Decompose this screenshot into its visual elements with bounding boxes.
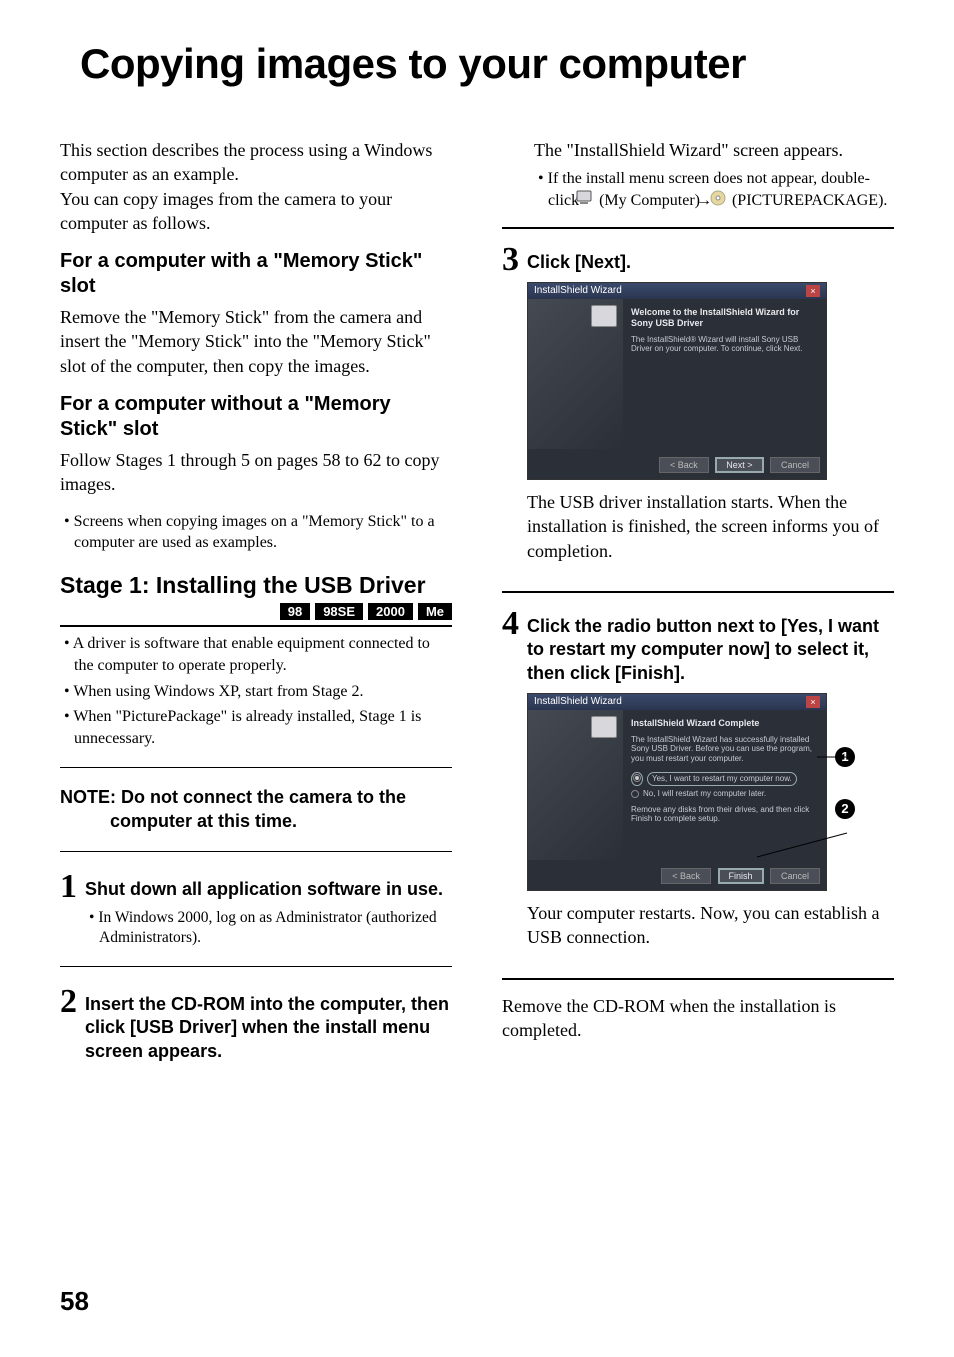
os-badge-me: Me <box>418 603 452 620</box>
installshield-dialog-1: InstallShield Wizard × Welcome to the In… <box>527 282 827 480</box>
right-column: The "InstallShield Wizard" screen appear… <box>502 138 894 1071</box>
step-4: 4 Click the radio button next to [Yes, I… <box>502 607 894 964</box>
my-computer-icon <box>585 190 593 213</box>
stage-bullet-1: A driver is software that enable equipme… <box>60 633 452 676</box>
step-3-result: The USB driver installation starts. When… <box>527 490 894 563</box>
radio-no-label: No, I will restart my computer later. <box>643 789 766 799</box>
install-menu-note: If the install menu screen does not appe… <box>534 168 894 212</box>
os-badge-98se: 98SE <box>315 603 363 620</box>
dialog-title-text: InstallShield Wizard <box>534 285 622 296</box>
step-1-title: Shut down all application software in us… <box>85 878 452 901</box>
divider <box>60 767 452 768</box>
os-badge-2000: 2000 <box>368 603 413 620</box>
step-3: 3 Click [Next]. InstallShield Wizard × W… <box>502 243 894 577</box>
note-part-b: (My Computer) <box>599 192 704 209</box>
subhead-with-slot: For a computer with a "Memory Stick" slo… <box>60 249 452 299</box>
back-button[interactable]: < Back <box>659 457 709 473</box>
radio-on-icon <box>633 774 641 782</box>
dialog-title-text: InstallShield Wizard <box>534 696 622 707</box>
subhead-without-slot: For a computer without a "Memory Stick" … <box>60 392 452 442</box>
step-2-title: Insert the CD-ROM into the computer, the… <box>85 993 452 1063</box>
dialog-sidebar-graphic <box>528 710 623 860</box>
stage-title: Stage 1: Installing the USB Driver <box>60 572 452 600</box>
dialog-heading: InstallShield Wizard Complete <box>631 718 818 729</box>
remove-cd-note: Remove the CD-ROM when the installation … <box>502 994 894 1043</box>
cancel-button[interactable]: Cancel <box>770 457 820 473</box>
left-column: This section describes the process using… <box>60 138 452 1071</box>
radio-option-yes[interactable]: Yes, I want to restart my computer now. <box>631 772 818 787</box>
intro-paragraph: This section describes the process using… <box>60 138 452 235</box>
close-icon[interactable]: × <box>806 696 820 708</box>
os-badge-row: 98 98SE 2000 Me <box>60 603 452 621</box>
step-number: 2 <box>60 985 77 1019</box>
step-number: 4 <box>502 607 519 641</box>
dialog-titlebar: InstallShield Wizard × <box>528 694 826 710</box>
cd-rom-icon <box>720 190 726 213</box>
stage-bullet-3: When "PicturePackage" is already install… <box>60 706 452 749</box>
step-4-title: Click the radio button next to [Yes, I w… <box>527 615 894 685</box>
dialog-heading: Welcome to the InstallShield Wizard for … <box>631 307 818 329</box>
step-number: 1 <box>60 870 77 904</box>
divider <box>60 966 452 967</box>
next-button[interactable]: Next > <box>715 457 763 473</box>
cancel-button[interactable]: Cancel <box>770 868 820 884</box>
intro-line-2: You can copy images from the camera to y… <box>60 189 392 233</box>
paragraph-with-slot: Remove the "Memory Stick" from the camer… <box>60 305 452 378</box>
stage-bullet-2: When using Windows XP, start from Stage … <box>60 681 452 703</box>
os-badge-98: 98 <box>280 603 310 620</box>
close-icon[interactable]: × <box>806 285 820 297</box>
step-2: 2 Insert the CD-ROM into the computer, t… <box>60 985 452 1063</box>
two-column-layout: This section describes the process using… <box>60 138 894 1071</box>
note-part-c: (PICTUREPACKAGE). <box>732 192 887 209</box>
dialog-body-text-2: Remove any disks from their drives, and … <box>631 805 818 824</box>
back-button[interactable]: < Back <box>661 868 711 884</box>
installshield-dialog-2: InstallShield Wizard × InstallShield Wiz… <box>527 693 827 891</box>
installshield-appears: The "InstallShield Wizard" screen appear… <box>534 138 894 162</box>
dialog-sidebar-graphic <box>528 299 623 449</box>
step-4-result: Your computer restarts. Now, you can est… <box>527 901 894 950</box>
page-title: Copying images to your computer <box>80 40 894 88</box>
finish-button[interactable]: Finish <box>718 868 764 884</box>
dialog-titlebar: InstallShield Wizard × <box>528 283 826 299</box>
dialog-body-text-1: The InstallShield Wizard has successfull… <box>631 735 818 764</box>
divider-thick <box>502 978 894 980</box>
step-number: 3 <box>502 243 519 277</box>
intro-line-1: This section describes the process using… <box>60 140 432 184</box>
paragraph-without-slot: Follow Stages 1 through 5 on pages 58 to… <box>60 448 452 497</box>
divider <box>60 851 452 852</box>
computer-icon <box>591 305 617 327</box>
computer-icon <box>591 716 617 738</box>
step-1-sub: In Windows 2000, log on as Administrator… <box>85 908 452 948</box>
dialog-body-text: The InstallShield® Wizard will install S… <box>631 335 818 354</box>
radio-off-icon <box>631 790 639 798</box>
step-3-title: Click [Next]. <box>527 251 894 274</box>
divider-thick <box>502 591 894 593</box>
radio-yes-label: Yes, I want to restart my computer now. <box>647 772 797 786</box>
page-number: 58 <box>60 1286 89 1317</box>
divider-thick <box>502 227 894 229</box>
stage-heading-box: Stage 1: Installing the USB Driver 98 98… <box>60 572 452 628</box>
note-bullet: Screens when copying images on a "Memory… <box>60 511 452 554</box>
radio-option-no[interactable]: No, I will restart my computer later. <box>631 789 818 799</box>
warning-note: NOTE: Do not connect the camera to the c… <box>60 786 452 833</box>
step-1: 1 Shut down all application software in … <box>60 870 452 948</box>
